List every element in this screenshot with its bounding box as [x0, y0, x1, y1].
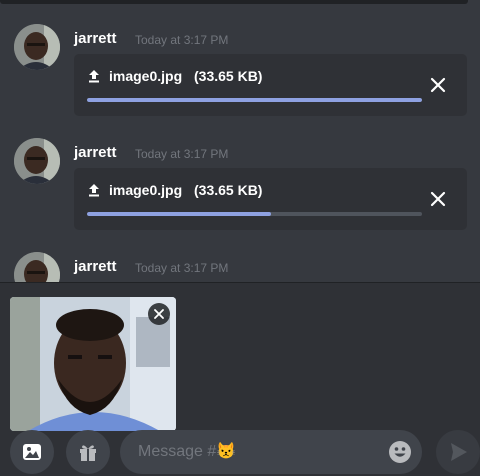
upload-icon: [89, 184, 99, 197]
avatar[interactable]: [14, 24, 60, 70]
message-timestamp: Today at 3:17 PM: [135, 33, 229, 47]
previous-message-edge: [0, 0, 468, 4]
send-button[interactable]: [436, 430, 480, 474]
author-name[interactable]: jarrett: [74, 30, 117, 47]
author-name[interactable]: jarrett: [74, 258, 117, 275]
input-row: [0, 427, 480, 476]
upload-filesize: (33.65 KB): [194, 182, 263, 198]
send-icon: [451, 443, 467, 461]
message-input[interactable]: [138, 430, 378, 474]
emoji-icon[interactable]: [388, 440, 412, 464]
upload-filesize: (33.65 KB): [194, 68, 263, 84]
upload-progress-fill: [87, 98, 422, 102]
upload-progress-bar: [87, 212, 422, 216]
gift-button[interactable]: [66, 430, 110, 474]
gift-icon: [80, 445, 96, 461]
avatar[interactable]: [14, 252, 60, 282]
upload-filename: image0.jpg: [109, 68, 183, 84]
remove-attachment-button[interactable]: [148, 303, 170, 325]
upload-progress-fill: [87, 212, 272, 216]
message-timestamp: Today at 3:17 PM: [135, 261, 229, 275]
close-icon: [154, 309, 164, 319]
image-icon: [23, 444, 41, 460]
message-box: [120, 430, 422, 474]
avatar[interactable]: [14, 138, 60, 184]
author-name[interactable]: jarrett: [74, 144, 117, 161]
message-timestamp: Today at 3:17 PM: [135, 147, 229, 161]
upload-card: image0.jpg (33.65 KB): [74, 168, 467, 230]
composer: [0, 282, 480, 476]
upload-progress-bar: [87, 98, 422, 102]
cancel-upload-button[interactable]: [429, 190, 447, 208]
attach-image-button[interactable]: [10, 430, 54, 474]
upload-card: image0.jpg (33.65 KB): [74, 54, 467, 116]
upload-filename: image0.jpg: [109, 182, 183, 198]
upload-icon: [89, 70, 99, 83]
message-list: jarrett Today at 3:17 PM image0.jpg (33.…: [0, 0, 480, 282]
attachment-preview[interactable]: [10, 297, 176, 431]
cancel-upload-button[interactable]: [429, 76, 447, 94]
